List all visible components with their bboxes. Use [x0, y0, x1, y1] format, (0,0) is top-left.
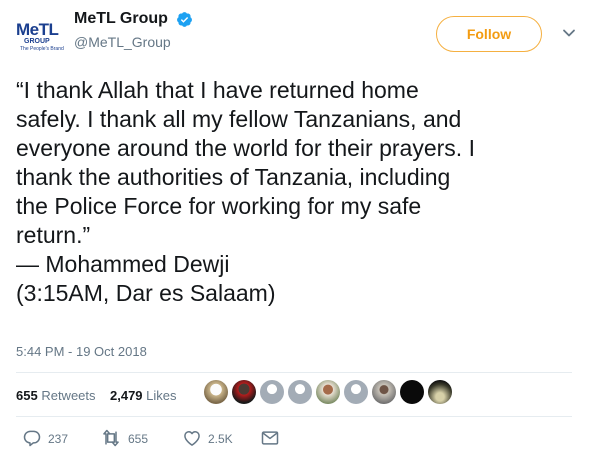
- retweet-button[interactable]: 655: [100, 428, 170, 448]
- display-name[interactable]: MeTL Group: [74, 10, 168, 28]
- divider: [16, 372, 572, 373]
- like-button[interactable]: 2.5K: [182, 428, 252, 448]
- tweet-timestamp[interactable]: 5:44 PM - 19 Oct 2018: [16, 344, 147, 359]
- tweet-line: thank the authorities of Tanzania, inclu…: [16, 164, 451, 190]
- retweets-label: Retweets: [41, 388, 96, 403]
- logo-text-me: Me: [16, 20, 39, 39]
- likes-label: Likes: [146, 388, 177, 403]
- avatar[interactable]: [344, 380, 368, 404]
- tweet-line: safely. I thank all my fellow Tanzanians…: [16, 106, 462, 132]
- divider: [16, 416, 572, 417]
- heart-icon: [184, 431, 200, 446]
- avatar[interactable]: [400, 380, 424, 404]
- tweet-line: — Mohammed Dewji: [16, 251, 230, 277]
- tweet-line: the Police Force for working for my safe: [16, 193, 422, 219]
- reply-count: 237: [48, 432, 69, 446]
- envelope-icon: [261, 431, 279, 445]
- avatar[interactable]: [372, 380, 396, 404]
- author-block[interactable]: MeTL Group @MeTL_Group: [74, 10, 193, 50]
- logo-text-tl: TL: [38, 20, 59, 39]
- tweet-line: everyone around the world for their pray…: [16, 135, 475, 161]
- avatar[interactable]: [232, 380, 256, 404]
- follow-button[interactable]: Follow: [436, 16, 542, 52]
- like-count: 2.5K: [208, 432, 233, 446]
- avatar[interactable]: [428, 380, 452, 404]
- handle[interactable]: @MeTL_Group: [74, 34, 193, 50]
- logo-sub: GROUP: [24, 38, 50, 45]
- likes-count: 2,479: [110, 388, 143, 403]
- retweets-stat[interactable]: 655 Retweets: [16, 388, 96, 403]
- retweet-icon: [103, 429, 119, 447]
- logo-tag: The People's Brand: [20, 46, 64, 52]
- message-button[interactable]: [260, 428, 284, 448]
- avatar[interactable]: [260, 380, 284, 404]
- avatar[interactable]: [204, 380, 228, 404]
- reply-icon: [23, 430, 41, 447]
- avatar[interactable]: [288, 380, 312, 404]
- tweet-line: (3:15AM, Dar es Salaam): [16, 280, 276, 306]
- retweets-count: 655: [16, 388, 38, 403]
- chevron-down-icon[interactable]: [562, 26, 576, 40]
- metl-logo[interactable]: MeTL GROUP The People's Brand: [16, 14, 68, 58]
- retweet-count: 655: [128, 432, 149, 446]
- tweet-line: return.”: [16, 222, 91, 248]
- tweet-header: MeTL GROUP The People's Brand MeTL Group…: [16, 8, 576, 60]
- reply-button[interactable]: 237: [22, 428, 82, 448]
- avatar[interactable]: [316, 380, 340, 404]
- tweet-line: “I thank Allah that I have returned home: [16, 77, 419, 103]
- verified-badge-icon: [177, 11, 193, 27]
- tweet-text: “I thank Allah that I have returned home…: [16, 76, 576, 308]
- likes-stat[interactable]: 2,479 Likes: [110, 388, 177, 403]
